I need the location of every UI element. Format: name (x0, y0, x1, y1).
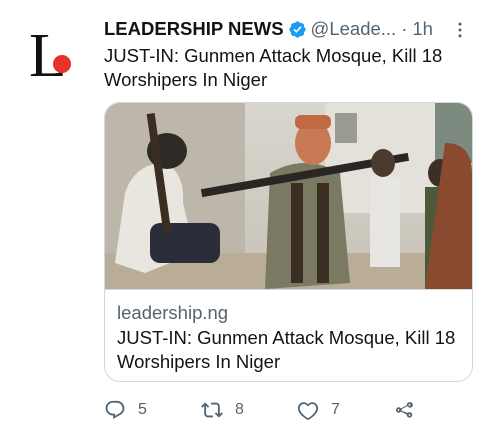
verified-badge-icon (288, 20, 307, 39)
share-button[interactable] (393, 396, 415, 424)
tweet-text: JUST-IN: Gunmen Attack Mosque, Kill 18 W… (104, 45, 443, 90)
link-card[interactable]: leadership.ng JUST-IN: Gunmen Attack Mos… (104, 102, 473, 382)
avatar[interactable]: L (16, 18, 84, 86)
more-icon[interactable] (448, 18, 472, 42)
card-domain: leadership.ng (117, 302, 229, 323)
logo-letter: L (29, 22, 67, 86)
like-button[interactable]: 7 (297, 396, 340, 424)
leadership-logo: L (16, 18, 84, 86)
account-name[interactable]: LEADERSHIP NEWS (104, 18, 284, 40)
card-image[interactable] (105, 103, 472, 289)
share-icon (393, 399, 415, 421)
reply-button[interactable]: 5 (104, 396, 147, 424)
reply-count: 5 (138, 401, 147, 418)
separator-dot: · (401, 18, 408, 39)
retweet-count: 8 (235, 401, 244, 418)
retweet-icon (201, 399, 223, 421)
card-title: JUST-IN: Gunmen Attack Mosque, Kill 18 W… (117, 327, 456, 372)
action-bar: 5 8 7 (104, 396, 474, 424)
timestamp[interactable]: 1h (412, 18, 433, 40)
reply-icon (104, 399, 126, 421)
like-icon (297, 399, 319, 421)
card-divider (105, 289, 472, 290)
tweet-header: LEADERSHIP NEWS @Leade... · 1h (104, 16, 474, 42)
retweet-button[interactable]: 8 (201, 396, 244, 424)
account-handle[interactable]: @Leade... (311, 18, 397, 40)
like-count: 7 (331, 401, 340, 418)
tweet[interactable]: L LEADERSHIP NEWS @Leade... · 1h JUST-IN… (0, 0, 490, 428)
